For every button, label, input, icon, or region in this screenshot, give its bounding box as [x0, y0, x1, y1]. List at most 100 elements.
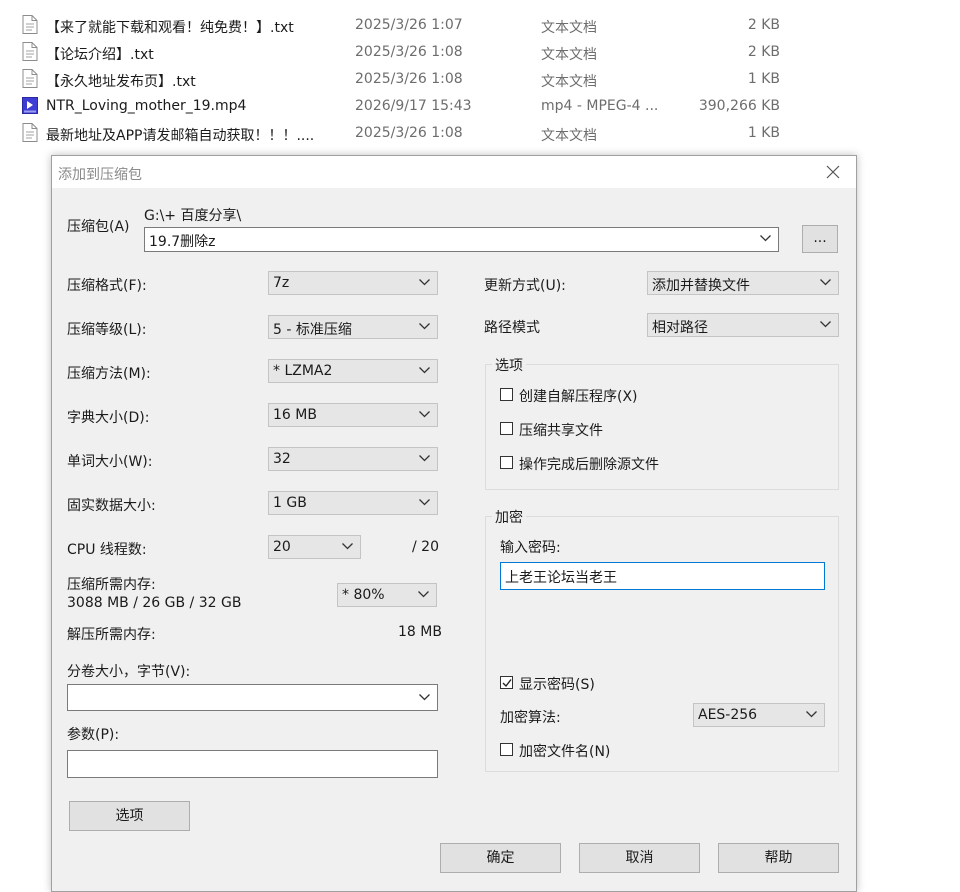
encryption-method-select[interactable]: AES-256	[693, 703, 825, 727]
title-bar: 添加到压缩包	[52, 156, 856, 188]
dict-label: 字典大小(D):	[67, 410, 150, 426]
dialog-title: 添加到压缩包	[58, 167, 142, 183]
delete-after-label: 操作完成后删除源文件	[519, 457, 659, 473]
file-name: 【论坛介绍】.txt	[46, 47, 154, 63]
chevron-down-icon	[342, 543, 353, 550]
archive-name-value: 19.7删除z	[149, 234, 216, 250]
file-row[interactable]: 【论坛介绍】.txt 2025/3/26 1:08 文本文档 2 KB	[0, 40, 960, 64]
ok-button[interactable]: 确定	[440, 843, 561, 873]
update-label: 更新方式(U):	[484, 278, 566, 294]
checkbox-box	[500, 743, 513, 756]
file-size: 2 KB	[747, 17, 780, 33]
mem-percent-value: * 80%	[342, 587, 385, 603]
password-input[interactable]: 上老王论坛当老王	[500, 562, 825, 590]
file-name: NTR_Loving_mother_19.mp4	[46, 98, 247, 114]
file-date: 2025/3/26 1:08	[355, 125, 463, 141]
update-mode-select[interactable]: 添加并替换文件	[647, 271, 839, 295]
format-select[interactable]: 7z	[268, 271, 438, 295]
file-size: 390,266 KB	[698, 98, 780, 114]
file-size: 1 KB	[747, 71, 780, 87]
dict-select[interactable]: 16 MB	[268, 403, 438, 427]
chevron-down-icon	[418, 591, 429, 598]
unmem-label: 解压所需内存:	[67, 627, 156, 643]
cpu-label: CPU 线程数:	[67, 542, 147, 558]
solid-select[interactable]: 1 GB	[268, 491, 438, 515]
update-mode-value: 添加并替换文件	[652, 278, 750, 294]
browse-button[interactable]: ...	[802, 225, 838, 253]
method-value: * LZMA2	[273, 363, 333, 379]
path-mode-label: 路径模式	[484, 320, 540, 336]
level-select[interactable]: 5 - 标准压缩	[268, 315, 438, 339]
chevron-down-icon	[419, 279, 430, 286]
cpu-threads-value: 20	[273, 539, 291, 555]
file-row[interactable]: 【来了就能下载和观看！纯免费！】.txt 2025/3/26 1:07 文本文档…	[0, 13, 960, 37]
file-size: 1 KB	[747, 125, 780, 141]
format-label: 压缩格式(F):	[67, 278, 147, 294]
checkbox-box	[500, 456, 513, 469]
file-list: 【来了就能下载和观看！纯免费！】.txt 2025/3/26 1:07 文本文档…	[0, 0, 960, 150]
level-label: 压缩等级(L):	[67, 322, 147, 338]
file-name: 【来了就能下载和观看！纯免费！】.txt	[46, 20, 294, 36]
compress-shared-label: 压缩共享文件	[519, 423, 603, 439]
close-button[interactable]	[816, 159, 850, 185]
file-row[interactable]: 最新地址及APP请发邮箱自动获取！！！.... 2025/3/26 1:08 文…	[0, 121, 960, 145]
help-button[interactable]: 帮助	[718, 843, 839, 873]
dict-value: 16 MB	[273, 407, 317, 423]
show-password-label: 显示密码(S)	[519, 677, 595, 693]
mem-value: 3088 MB / 26 GB / 32 GB	[67, 595, 242, 611]
file-date: 2025/3/26 1:08	[355, 44, 463, 60]
file-type: mp4 - MPEG-4 ...	[541, 98, 659, 114]
method-label: 压缩方法(M):	[67, 366, 151, 382]
cpu-threads-select[interactable]: 20	[268, 535, 361, 559]
add-to-archive-dialog: 添加到压缩包 压缩包(A) G:\+ 百度分享\ 19.7删除z ... 压缩格…	[51, 155, 857, 892]
chevron-down-icon	[419, 694, 430, 701]
file-row[interactable]: NTR_Loving_mother_19.mp4 2026/9/17 15:43…	[0, 94, 960, 118]
solid-label: 固实数据大小:	[67, 498, 156, 514]
chevron-down-icon	[419, 455, 430, 462]
file-type: 文本文档	[541, 47, 597, 63]
chevron-down-icon	[760, 235, 771, 242]
cpu-max: / 20	[412, 539, 439, 555]
file-row[interactable]: 【永久地址发布页】.txt 2025/3/26 1:08 文本文档 1 KB	[0, 67, 960, 91]
options-group: 选项 创建自解压程序(X) 压缩共享文件 操作完成后删除源文件	[485, 355, 839, 490]
chevron-down-icon	[419, 411, 430, 418]
file-type: 文本文档	[541, 128, 597, 144]
encryption-group: 加密 输入密码: 上老王论坛当老王 显示密码(S) 加密算法: AES-256 …	[485, 507, 839, 772]
close-icon	[826, 165, 840, 179]
method-select[interactable]: * LZMA2	[268, 359, 438, 383]
params-input[interactable]	[67, 750, 438, 778]
encrypt-names-label: 加密文件名(N)	[519, 744, 611, 760]
options-group-title: 选项	[492, 355, 526, 375]
word-label: 单词大小(W):	[67, 454, 153, 470]
file-size: 2 KB	[747, 44, 780, 60]
format-value: 7z	[273, 275, 290, 291]
chevron-down-icon	[820, 321, 831, 328]
video-file-icon	[22, 97, 38, 114]
text-file-icon	[22, 42, 38, 61]
archive-path: G:\+ 百度分享\	[144, 208, 242, 224]
mem-percent-select[interactable]: * 80%	[337, 583, 437, 607]
unmem-value: 18 MB	[398, 624, 442, 640]
archive-label: 压缩包(A)	[67, 219, 130, 235]
volume-size-combo[interactable]	[67, 684, 438, 711]
cancel-button[interactable]: 取消	[579, 843, 700, 873]
file-date: 2025/3/26 1:07	[355, 17, 463, 33]
chevron-down-icon	[820, 279, 831, 286]
options-button[interactable]: 选项	[69, 801, 190, 831]
file-date: 2025/3/26 1:08	[355, 71, 463, 87]
chevron-down-icon	[419, 367, 430, 374]
params-label: 参数(P):	[67, 727, 120, 743]
archive-name-combo[interactable]: 19.7删除z	[144, 227, 779, 252]
path-mode-select[interactable]: 相对路径	[647, 313, 839, 337]
word-select[interactable]: 32	[268, 447, 438, 471]
file-type: 文本文档	[541, 74, 597, 90]
encryption-group-title: 加密	[492, 507, 526, 527]
file-name: 最新地址及APP请发邮箱自动获取！！！....	[46, 128, 315, 144]
password-label: 输入密码:	[500, 540, 561, 556]
checkbox-box	[500, 388, 513, 401]
volume-label: 分卷大小，字节(V):	[67, 664, 191, 680]
password-value: 上老王论坛当老王	[505, 570, 617, 586]
encryption-method-value: AES-256	[698, 707, 758, 723]
file-name: 【永久地址发布页】.txt	[46, 74, 196, 90]
text-file-icon	[22, 123, 38, 142]
